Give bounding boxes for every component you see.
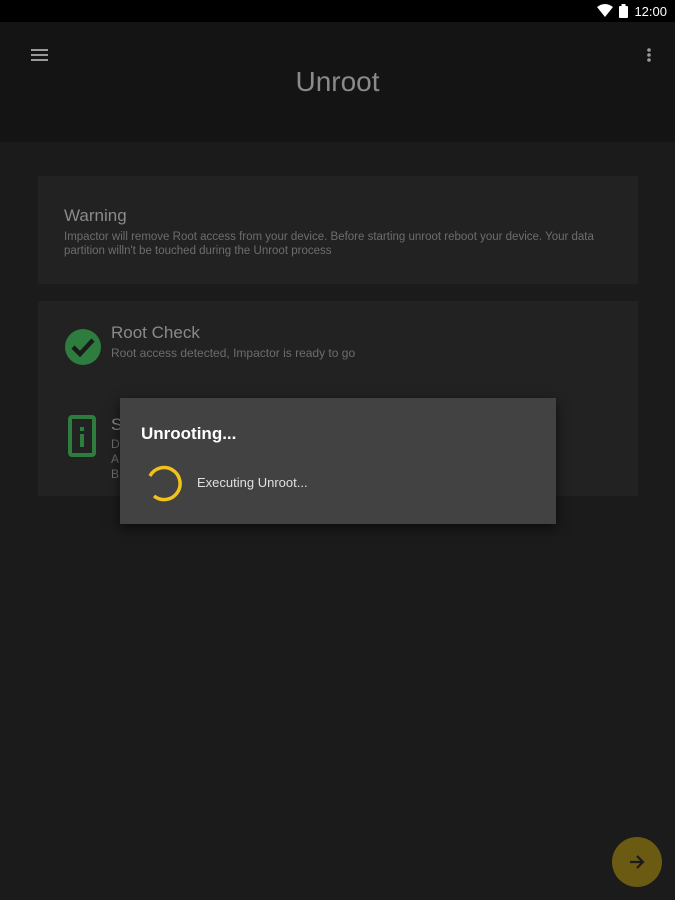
dialog-message: Executing Unroot... [197,475,308,490]
progress-dialog: Unrooting... Executing Unroot... [120,398,556,524]
root-check-title: Root Check [111,323,200,342]
wifi-icon [597,4,614,17]
warning-body: Impactor will remove Root access from yo… [64,231,594,257]
system-info-line: B [111,467,120,481]
loading-spinner-icon [148,465,182,502]
system-info-line: D [111,437,120,451]
warning-card: Warning Impactor will remove Root access… [38,176,638,284]
page-title: Unroot [295,66,380,97]
app-bar: Unroot [0,22,675,142]
battery-icon [619,4,629,18]
warning-title: Warning [64,206,127,225]
more-vert-icon[interactable] [639,42,659,68]
menu-icon[interactable] [27,42,53,68]
root-check-subtitle: Root access detected, Impactor is ready … [111,346,356,360]
system-info-line: A [111,452,120,466]
info-icon [68,415,96,457]
check-circle-icon [65,329,101,365]
status-icons: 12:00 [597,3,667,19]
arrow-right-icon [630,855,645,869]
dialog-title: Unrooting... [141,424,237,443]
status-bar: 12:00 [0,0,675,22]
status-clock: 12:00 [634,3,667,19]
next-button[interactable] [612,837,662,887]
